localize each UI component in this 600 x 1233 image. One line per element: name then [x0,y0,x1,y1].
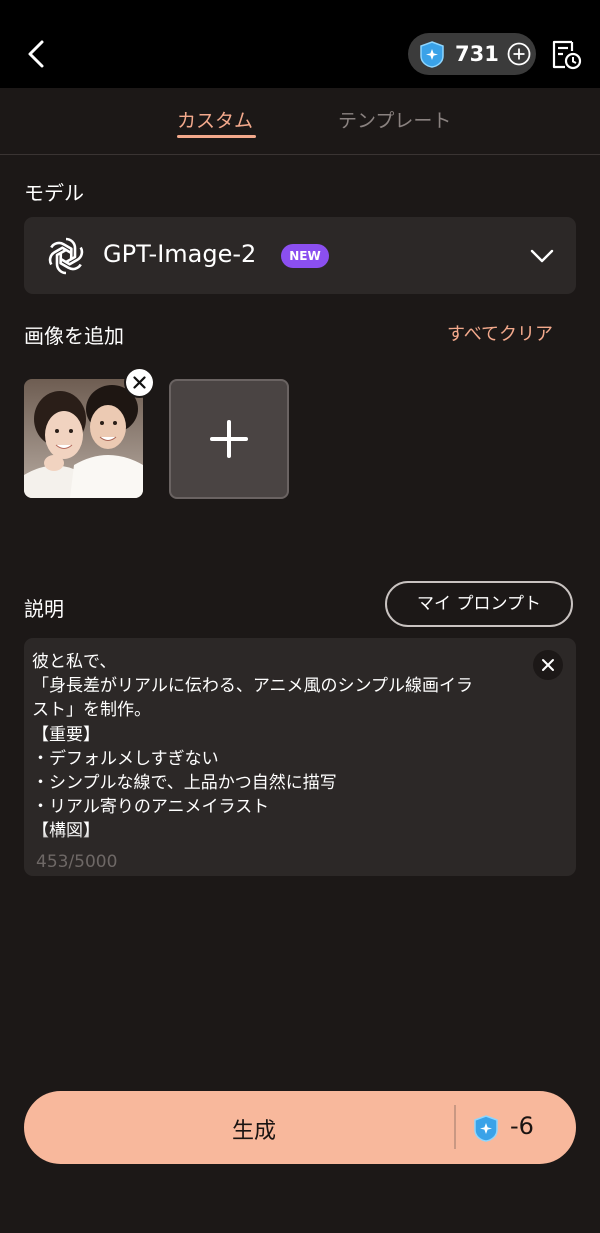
description-text[interactable]: 彼と私で、 「身長差がリアルに伝わる、アニメ風のシンプル線画イラ スト」を制作。… [32,650,522,846]
uploaded-image-thumbnail[interactable] [24,379,143,498]
clear-description-button[interactable] [533,650,563,680]
add-image-button[interactable] [169,379,289,499]
history-icon[interactable] [550,38,582,70]
add-credits-icon[interactable] [507,42,531,66]
credit-gem-icon [420,41,444,68]
character-counter: 453/5000 [36,852,118,872]
plus-icon [210,420,248,458]
uploaded-photo [24,379,143,498]
button-divider [454,1105,456,1149]
generate-label: 生成 [231,1119,276,1144]
model-section-label: モデル [24,181,84,205]
description-section-label: 説明 [24,597,64,621]
close-icon [542,659,554,671]
clear-all-button[interactable]: すべてクリア [447,320,553,346]
close-icon [133,376,146,389]
new-badge: NEW [281,244,329,268]
openai-logo-icon [48,237,84,275]
model-dropdown[interactable]: GPT-Image-2 NEW [24,217,576,294]
add-image-section-label: 画像を追加 [24,324,124,348]
model-name: GPT-Image-2 [103,240,257,268]
credit-balance[interactable]: 731 [408,33,536,75]
generate-cost: -6 [510,1112,534,1140]
description-textarea[interactable]: 彼と私で、 「身長差がリアルに伝わる、アニメ風のシンプル線画イラ スト」を制作。… [24,638,576,876]
credit-count: 731 [455,42,499,66]
chevron-down-icon [530,249,554,263]
top-bar: 731 [0,0,600,88]
tab-template[interactable]: テンプレート [338,106,451,133]
credit-gem-icon [474,1115,498,1142]
active-tab-underline [177,135,256,138]
mode-tabs: カスタム テンプレート [0,88,600,155]
back-chevron-icon[interactable] [22,36,50,72]
generate-button[interactable]: 生成 -6 [24,1091,576,1164]
remove-image-button[interactable] [126,369,153,396]
my-prompt-button[interactable]: マイ プロンプト [385,581,573,627]
tab-custom[interactable]: カスタム [177,106,253,133]
